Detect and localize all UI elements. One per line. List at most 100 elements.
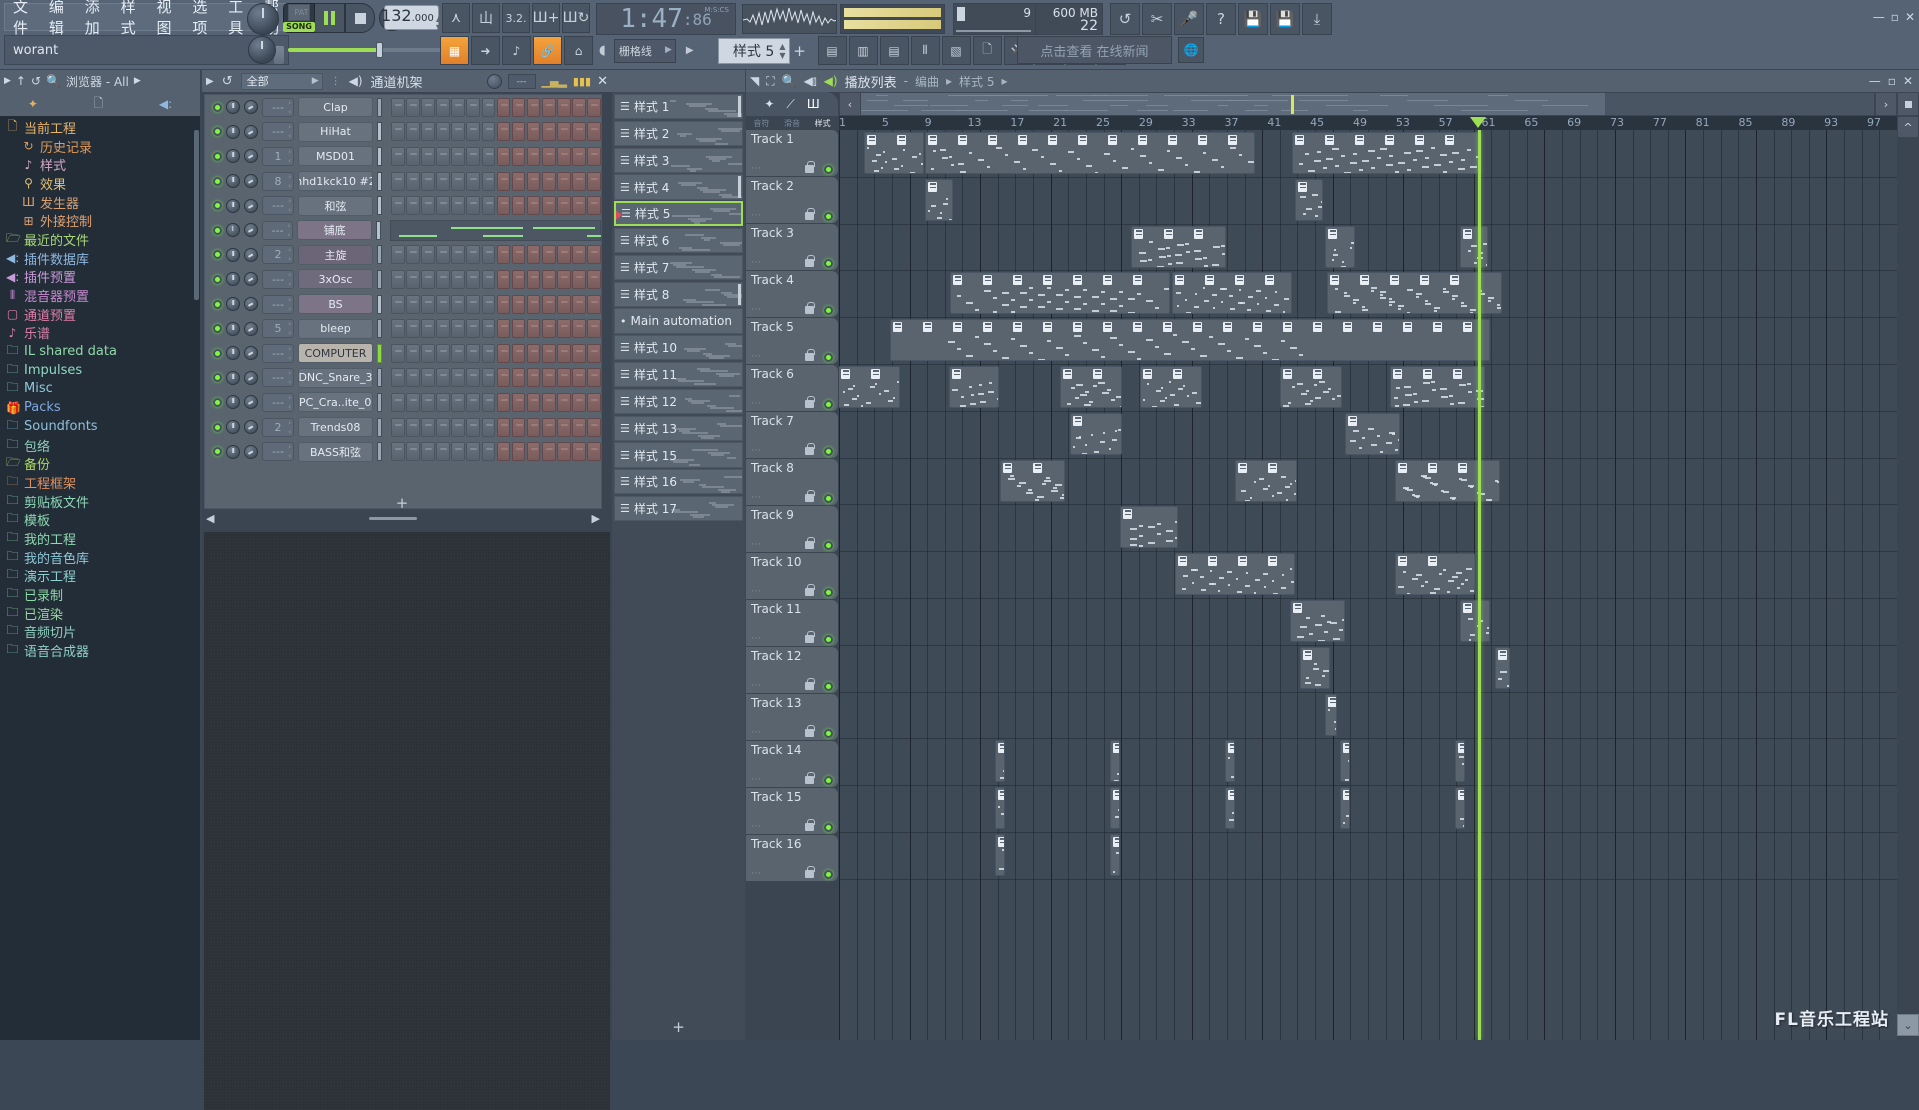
step-button[interactable] (587, 294, 601, 314)
track-enable-led[interactable] (824, 588, 833, 597)
step-button[interactable] (587, 417, 601, 437)
save-as-icon[interactable]: 💾 (1270, 3, 1300, 35)
magnet-icon[interactable]: ◥ (750, 74, 759, 88)
step-button[interactable] (451, 146, 465, 166)
step-sequencer-row[interactable] (391, 392, 601, 412)
playlist-clip[interactable] (1495, 646, 1510, 689)
step-button[interactable] (436, 343, 450, 363)
pattern-mode-icon[interactable]: Ш (807, 97, 820, 111)
scroll-thumb[interactable] (369, 517, 417, 520)
step-button[interactable] (496, 392, 511, 412)
metronome-icon[interactable]: ⋏ (442, 3, 470, 33)
step-button[interactable] (391, 442, 405, 462)
browser-item-15[interactable]: 🎁 Packs (0, 398, 200, 417)
playlist-clip[interactable] (1070, 412, 1122, 455)
channel-mute-led[interactable] (213, 348, 222, 358)
step-button[interactable] (421, 294, 435, 314)
slot-up-icon[interactable]: › (288, 419, 291, 427)
snap-knob-icon[interactable]: ◖ (599, 43, 606, 58)
channel-volume-knob[interactable] (244, 444, 258, 459)
step-button[interactable] (481, 122, 496, 142)
channel-pan-knob[interactable] (226, 420, 240, 435)
playlist-clip[interactable] (1140, 366, 1202, 408)
channel-name-button[interactable]: MSD01 (298, 146, 373, 167)
pattern-item[interactable]: ☰ 样式 2 (614, 120, 743, 147)
step-button[interactable] (451, 319, 465, 339)
step-button[interactable] (481, 442, 496, 462)
slot-up-icon[interactable]: › (288, 99, 291, 107)
step-button[interactable] (557, 392, 571, 412)
step-button[interactable] (587, 171, 601, 191)
link-tool-icon[interactable]: 🔗 (533, 36, 562, 65)
step-button[interactable] (466, 319, 481, 339)
browser-tree[interactable]: 🗋 当前工程 ↻ 历史记录 ♪ 样式 ⚲ 效果 Ш 发生器 ⊞ 外接控制 🗁 最近的文件 ◀: 插件数据库 ◀:… (0, 116, 200, 1040)
slot-down-icon[interactable]: ‹ (288, 280, 291, 288)
channel-mute-led[interactable] (213, 225, 222, 235)
track-enable-led[interactable] (824, 447, 833, 456)
playlist-scroll-right[interactable]: › (1875, 92, 1897, 116)
download-icon[interactable]: ⤓ (1302, 3, 1332, 35)
step-button[interactable] (541, 245, 556, 265)
help-icon[interactable]: ? (1206, 3, 1236, 35)
step-button[interactable] (466, 392, 481, 412)
step-button[interactable] (421, 368, 435, 388)
lock-icon[interactable] (805, 631, 815, 643)
lock-icon[interactable] (805, 161, 815, 173)
step-button[interactable] (526, 196, 541, 216)
browser-item-27[interactable]: 🗀 音频切片 (0, 623, 200, 641)
playlist-zoom-corner[interactable] (1897, 92, 1919, 116)
track-header[interactable]: Track 11 ⋯ (746, 600, 838, 646)
channel-volume-knob[interactable] (244, 370, 258, 385)
channel-mute-led[interactable] (213, 127, 222, 137)
slot-up-icon[interactable]: › (288, 345, 291, 353)
pattern-song-toggle[interactable]: PAT SONG (283, 3, 315, 33)
menu-item-5[interactable]: 选项 (192, 0, 216, 38)
step-button[interactable] (466, 245, 481, 265)
step-button[interactable] (421, 442, 435, 462)
track-header[interactable]: Track 4 ⋯ (746, 271, 838, 317)
channel-volume-knob[interactable] (244, 395, 258, 410)
step-button[interactable] (496, 171, 511, 191)
step-button[interactable] (406, 245, 420, 265)
browser-item-0[interactable]: 🗋 当前工程 (0, 118, 200, 137)
step-button[interactable] (436, 442, 450, 462)
track-menu-icon[interactable]: ⋯ (751, 680, 762, 691)
step-button[interactable] (511, 442, 526, 462)
step-button[interactable] (421, 171, 435, 191)
browser-item-26[interactable]: 🗀 已渲染 (0, 604, 200, 623)
step-button[interactable] (406, 417, 420, 437)
step-button[interactable] (511, 269, 526, 289)
step-button[interactable] (421, 417, 435, 437)
track-menu-icon[interactable]: ⋯ (751, 445, 762, 456)
browser-item-9[interactable]: ⦀ 混音器预置 (0, 286, 200, 305)
step-button[interactable] (496, 122, 511, 142)
playlist-clip[interactable] (995, 834, 1005, 876)
channel-mixer-slot[interactable]: 8 › ‹ (262, 171, 294, 191)
lock-icon[interactable] (805, 772, 815, 784)
channel-mixer-slot[interactable]: 5 › ‹ (262, 319, 294, 339)
playlist-mode-样式[interactable]: 样式 (815, 118, 831, 129)
pattern-item[interactable]: ☰ 样式 1 (614, 94, 743, 120)
channel-row[interactable]: --- › ‹ 铺底 (205, 218, 601, 243)
pattern-item[interactable]: ☰ 样式 8 (614, 281, 743, 307)
step-button[interactable] (466, 294, 481, 314)
step-button[interactable] (436, 146, 450, 166)
step-button[interactable] (481, 245, 496, 265)
playlist-clip[interactable] (1455, 787, 1465, 830)
playlist-clip[interactable] (1455, 740, 1465, 783)
playlist-clip[interactable] (1172, 272, 1292, 315)
step-button[interactable] (451, 122, 465, 142)
lock-icon[interactable] (805, 443, 815, 455)
playlist-clip[interactable] (1340, 740, 1350, 783)
step-button[interactable] (481, 319, 496, 339)
step-button[interactable] (406, 171, 420, 191)
step-button[interactable] (587, 343, 601, 363)
playlist-clip[interactable] (1325, 693, 1337, 736)
zoom-icon[interactable]: 🔍 (782, 74, 797, 88)
step-button[interactable] (526, 146, 541, 166)
step-button[interactable] (526, 294, 541, 314)
project-name-field[interactable]: worant (4, 35, 289, 65)
step-button[interactable] (572, 122, 586, 142)
step-button[interactable] (451, 269, 465, 289)
step-button[interactable] (391, 171, 405, 191)
